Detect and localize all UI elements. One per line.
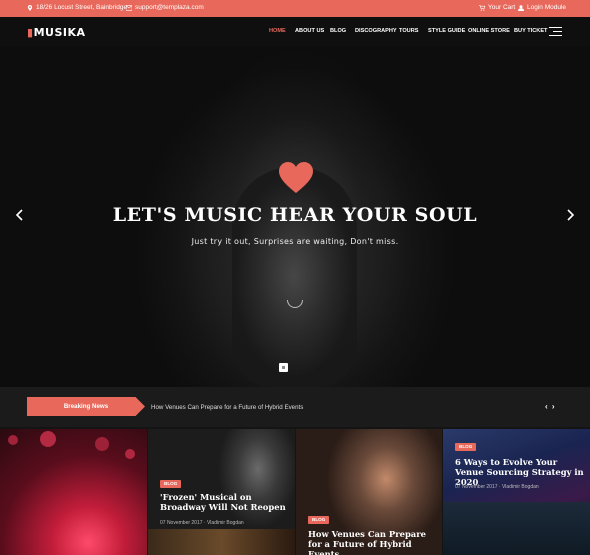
post-title[interactable]: How Venues Can Prepare for a Future of H… xyxy=(308,529,434,555)
chevron-right-icon[interactable] xyxy=(565,209,575,221)
mail-icon xyxy=(126,4,132,11)
user-icon xyxy=(518,4,524,11)
post-card-4[interactable]: BLOG 6 Ways to Evolve Your Venue Sourcin… xyxy=(443,429,590,555)
hero-title: LET'S MUSIC HEAR YOUR SOUL xyxy=(112,204,478,226)
post-tag[interactable]: BLOG xyxy=(160,480,182,488)
address-text: 18/26 Locust Street, Bainbridge xyxy=(36,4,128,11)
email-item[interactable]: support@templaza.com xyxy=(126,4,204,11)
chevron-left-icon[interactable] xyxy=(15,209,25,221)
nav-tours[interactable]: TOURS xyxy=(399,28,418,34)
post-tag[interactable]: BLOG xyxy=(308,516,330,524)
post-meta: 07 November 2017 · Vladimir Bogdan xyxy=(160,520,244,526)
nav-buy-ticket[interactable]: BUY TICKET xyxy=(514,28,547,34)
breaking-news-headline[interactable]: How Venues Can Prepare for a Future of H… xyxy=(151,404,303,411)
map-pin-icon xyxy=(27,4,33,11)
post-meta: 07 November 2017 · Vladimir Bogdan xyxy=(455,484,539,490)
logo[interactable]: ▮MUSIKA xyxy=(27,26,86,39)
slider-dot[interactable] xyxy=(279,363,288,372)
nav-online-store[interactable]: ONLINE STORE xyxy=(468,28,510,34)
news-nav-arrows[interactable]: ‹ › xyxy=(545,402,556,411)
breaking-news-label: Breaking News xyxy=(27,397,145,416)
cart-label[interactable]: Your Cart xyxy=(488,4,515,11)
post-tag[interactable]: BLOG xyxy=(455,443,477,451)
login-label[interactable]: Login Module xyxy=(527,4,566,11)
nav-style-guide[interactable]: STYLE GUIDE xyxy=(428,28,465,34)
concert-image xyxy=(0,429,147,555)
heart-icon xyxy=(279,162,313,193)
hero-face-image xyxy=(232,167,357,387)
address-item: 18/26 Locust Street, Bainbridge xyxy=(27,4,127,11)
header: ▮MUSIKA HOME ABOUT US BLOG DISCOGRAPHY T… xyxy=(0,17,590,47)
login-link[interactable]: Login Module xyxy=(518,4,566,11)
post-card-1[interactable] xyxy=(0,429,147,555)
top-bar: 18/26 Locust Street, Bainbridge support@… xyxy=(0,0,590,17)
hero-slider: LET'S MUSIC HEAR YOUR SOUL Just try it o… xyxy=(0,47,590,387)
cart-icon xyxy=(479,4,485,11)
nav-about-us[interactable]: ABOUT US xyxy=(295,28,324,34)
email-link[interactable]: support@templaza.com xyxy=(135,4,204,11)
post-card-3[interactable]: BLOG How Venues Can Prepare for a Future… xyxy=(296,429,442,555)
nav-blog[interactable]: BLOG xyxy=(330,28,346,34)
post-title[interactable]: 'Frozen' Musical on Broadway Will Not Re… xyxy=(160,492,288,512)
nav-discography[interactable]: DISCOGRAPHY xyxy=(355,28,397,34)
logo-text: MUSIKA xyxy=(33,26,86,39)
nav-home[interactable]: HOME xyxy=(269,28,286,34)
breaking-news-bar: Breaking News How Venues Can Prepare for… xyxy=(0,387,590,427)
hamburger-icon[interactable] xyxy=(549,27,562,37)
cart-link[interactable]: Your Cart xyxy=(479,4,515,11)
post-card-2[interactable]: BLOG 'Frozen' Musical on Broadway Will N… xyxy=(148,429,295,555)
hero-subtitle: Just try it out, Surprises are waiting, … xyxy=(191,237,399,246)
post-title[interactable]: 6 Ways to Evolve Your Venue Sourcing Str… xyxy=(455,457,585,487)
